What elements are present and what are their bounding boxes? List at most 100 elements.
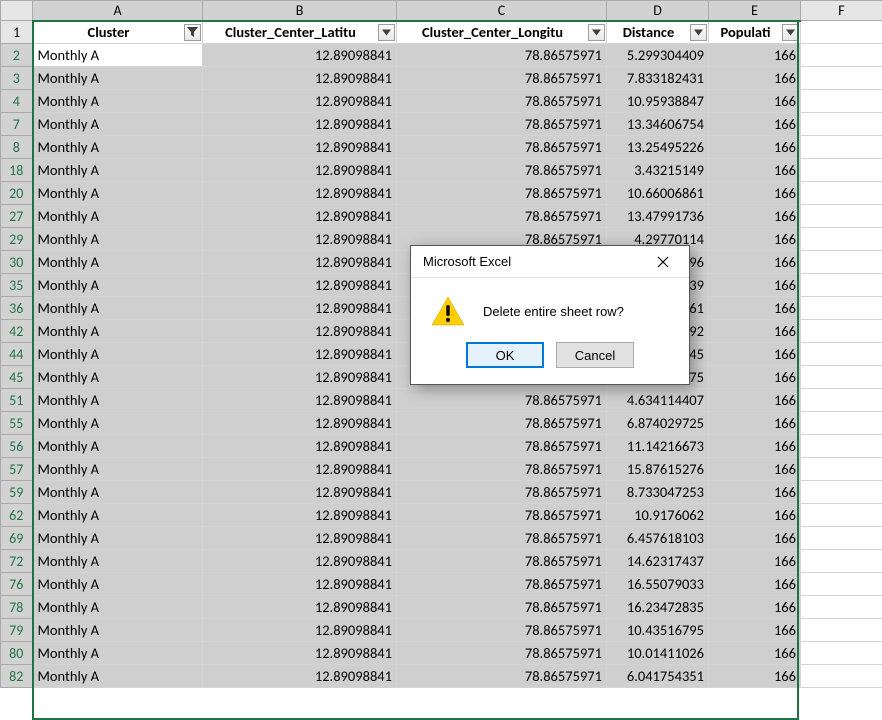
cell[interactable]: 166 <box>709 182 801 205</box>
row-header[interactable]: 20 <box>1 182 33 205</box>
cell[interactable]: Monthly A <box>33 389 203 412</box>
dialog-titlebar[interactable]: Microsoft Excel <box>411 246 689 278</box>
cell[interactable]: 12.89098841 <box>203 67 397 90</box>
cell[interactable]: 12.89098841 <box>203 44 397 67</box>
cell[interactable]: Monthly A <box>33 90 203 113</box>
row-header[interactable]: 80 <box>1 642 33 665</box>
cell[interactable]: 12.89098841 <box>203 389 397 412</box>
row-header[interactable]: 29 <box>1 228 33 251</box>
cell[interactable]: 11.14216673 <box>607 435 709 458</box>
row-header[interactable]: 51 <box>1 389 33 412</box>
cell[interactable] <box>801 343 882 366</box>
cell[interactable]: 166 <box>709 67 801 90</box>
cell[interactable]: 166 <box>709 550 801 573</box>
cell[interactable] <box>801 389 882 412</box>
column-header-b[interactable]: B <box>203 1 397 21</box>
cell[interactable]: 3.43215149 <box>607 159 709 182</box>
cell[interactable]: 166 <box>709 228 801 251</box>
cell[interactable]: 12.89098841 <box>203 274 397 297</box>
cell[interactable]: 4.634114407 <box>607 389 709 412</box>
row-header[interactable]: 1 <box>1 21 33 44</box>
row-header[interactable]: 76 <box>1 573 33 596</box>
cell[interactable]: 10.9176062 <box>607 504 709 527</box>
cell[interactable]: 12.89098841 <box>203 251 397 274</box>
cell[interactable] <box>801 665 882 688</box>
cell[interactable] <box>801 642 882 665</box>
cell[interactable]: 6.457618103 <box>607 527 709 550</box>
cell[interactable]: Monthly A <box>33 619 203 642</box>
cell[interactable]: 13.25495226 <box>607 136 709 159</box>
header-cell-a[interactable]: Cluster <box>33 21 203 44</box>
cell[interactable]: Monthly A <box>33 159 203 182</box>
filter-dropdown-icon[interactable] <box>690 24 707 41</box>
cell[interactable]: 166 <box>709 159 801 182</box>
cell[interactable]: 13.34606754 <box>607 113 709 136</box>
cell[interactable]: 12.89098841 <box>203 642 397 665</box>
cell[interactable] <box>801 573 882 596</box>
cell[interactable]: 12.89098841 <box>203 136 397 159</box>
cell[interactable]: Monthly A <box>33 320 203 343</box>
cell[interactable]: 6.874029725 <box>607 412 709 435</box>
column-header-c[interactable]: C <box>397 1 607 21</box>
row-header[interactable]: 79 <box>1 619 33 642</box>
cell[interactable]: 166 <box>709 343 801 366</box>
cell[interactable]: Monthly A <box>33 251 203 274</box>
cell[interactable]: 78.86575971 <box>397 136 607 159</box>
cell[interactable] <box>801 504 882 527</box>
cell[interactable] <box>801 274 882 297</box>
cell[interactable]: 166 <box>709 297 801 320</box>
cell[interactable]: 78.86575971 <box>397 504 607 527</box>
cell[interactable]: 10.43516795 <box>607 619 709 642</box>
cell[interactable]: Monthly A <box>33 412 203 435</box>
column-header-d[interactable]: D <box>607 1 709 21</box>
ok-button[interactable]: OK <box>466 342 544 368</box>
cell[interactable]: 78.86575971 <box>397 113 607 136</box>
cell[interactable]: 12.89098841 <box>203 228 397 251</box>
cell[interactable]: 12.89098841 <box>203 205 397 228</box>
cell[interactable]: Monthly A <box>33 67 203 90</box>
cell[interactable]: 78.86575971 <box>397 435 607 458</box>
cell[interactable]: Monthly A <box>33 550 203 573</box>
cell[interactable]: Monthly A <box>33 642 203 665</box>
cell[interactable]: Monthly A <box>33 113 203 136</box>
cell[interactable]: 12.89098841 <box>203 412 397 435</box>
row-header[interactable]: 30 <box>1 251 33 274</box>
row-header[interactable]: 78 <box>1 596 33 619</box>
cell[interactable]: 166 <box>709 274 801 297</box>
cell[interactable]: 78.86575971 <box>397 527 607 550</box>
select-all-corner[interactable] <box>1 1 33 21</box>
row-header[interactable]: 69 <box>1 527 33 550</box>
cell[interactable] <box>801 228 882 251</box>
cell[interactable]: 78.86575971 <box>397 573 607 596</box>
cell[interactable]: 12.89098841 <box>203 113 397 136</box>
header-cell-d[interactable]: Distance <box>607 21 709 44</box>
cell[interactable]: 16.55079033 <box>607 573 709 596</box>
cancel-button[interactable]: Cancel <box>556 342 634 368</box>
cell[interactable]: Monthly A <box>33 366 203 389</box>
filter-active-icon[interactable] <box>184 24 201 41</box>
header-cell-f[interactable] <box>801 21 882 44</box>
cell[interactable]: 13.47991736 <box>607 205 709 228</box>
cell[interactable]: Monthly A <box>33 504 203 527</box>
cell[interactable]: 8.733047253 <box>607 481 709 504</box>
row-header[interactable]: 44 <box>1 343 33 366</box>
cell[interactable]: 12.89098841 <box>203 366 397 389</box>
cell[interactable] <box>801 136 882 159</box>
row-header[interactable]: 18 <box>1 159 33 182</box>
cell[interactable]: 78.86575971 <box>397 182 607 205</box>
cell[interactable]: 12.89098841 <box>203 343 397 366</box>
cell[interactable] <box>801 297 882 320</box>
cell[interactable]: 166 <box>709 504 801 527</box>
cell[interactable]: 12.89098841 <box>203 619 397 642</box>
cell[interactable]: Monthly A <box>33 44 203 67</box>
cell[interactable]: Monthly A <box>33 136 203 159</box>
cell[interactable]: 15.87615276 <box>607 458 709 481</box>
row-header[interactable]: 59 <box>1 481 33 504</box>
cell[interactable]: 12.89098841 <box>203 458 397 481</box>
cell[interactable]: 12.89098841 <box>203 481 397 504</box>
cell[interactable]: 5.299304409 <box>607 44 709 67</box>
cell[interactable]: 166 <box>709 205 801 228</box>
cell[interactable]: 166 <box>709 527 801 550</box>
row-header[interactable]: 57 <box>1 458 33 481</box>
cell[interactable]: 7.833182431 <box>607 67 709 90</box>
